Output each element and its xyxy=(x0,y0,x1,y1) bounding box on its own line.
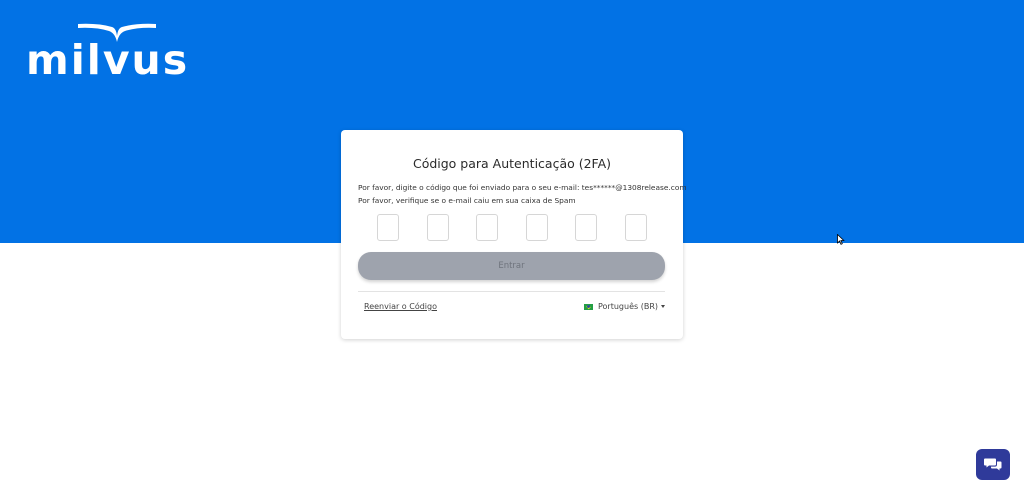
resend-code-link[interactable]: Reenviar o Código xyxy=(364,302,437,311)
code-digit-2[interactable] xyxy=(426,214,449,241)
language-selector[interactable]: Português (BR) xyxy=(584,302,665,311)
logo-text: milvus xyxy=(26,36,190,84)
chat-bubbles-icon xyxy=(984,458,1002,471)
code-sent-message: Por favor, digite o código que foi envia… xyxy=(358,183,687,192)
card-title: Código para Autenticação (2FA) xyxy=(412,156,612,171)
chat-button[interactable] xyxy=(976,449,1010,480)
code-digit-1[interactable] xyxy=(377,214,399,241)
code-input-row xyxy=(377,214,647,242)
milvus-logo: milvus xyxy=(26,22,206,82)
mouse-cursor-icon xyxy=(837,234,845,245)
code-digit-4[interactable] xyxy=(525,214,548,241)
code-digit-5[interactable] xyxy=(575,214,598,241)
language-label: Português (BR) xyxy=(598,302,658,311)
code-digit-6[interactable] xyxy=(625,214,647,241)
spam-hint-message: Por favor, verifique se o e-mail caiu em… xyxy=(358,196,576,205)
divider xyxy=(358,291,665,292)
chevron-down-icon xyxy=(661,305,665,308)
brazil-flag-icon xyxy=(584,303,593,310)
code-digit-3[interactable] xyxy=(476,214,499,241)
submit-button[interactable]: Entrar xyxy=(358,252,665,280)
two-factor-card: Código para Autenticação (2FA) Por favor… xyxy=(341,130,687,339)
